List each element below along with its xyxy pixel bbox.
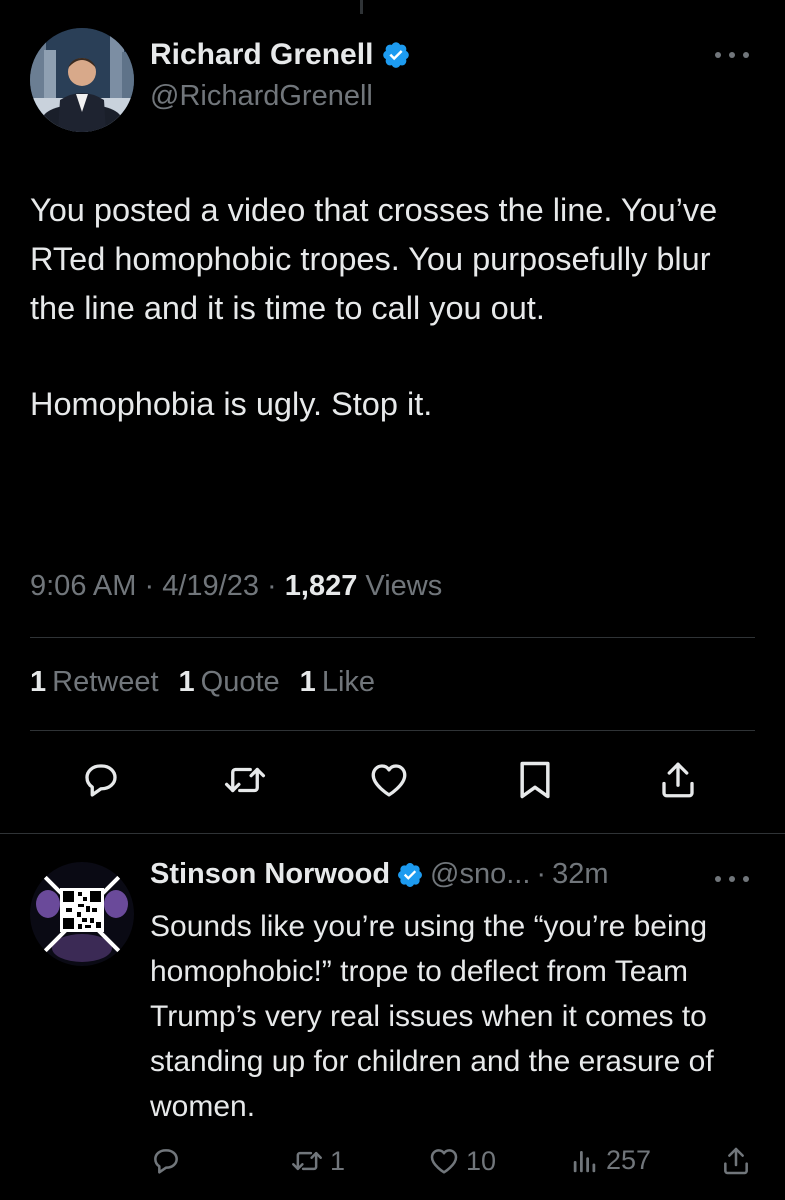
reply-reply-button[interactable] (150, 1145, 182, 1177)
author-name-row[interactable]: Richard Grenell (150, 38, 411, 72)
reply-text: Sounds like you’re using the “you’re bei… (150, 910, 714, 1123)
heart-icon[interactable] (366, 757, 412, 803)
likes-stat[interactable]: 1 Like (300, 666, 375, 699)
reply-header: Stinson Norwood @sno... · 32m (150, 858, 609, 891)
bookmark-icon[interactable] (512, 757, 558, 803)
reply-author-name[interactable]: Stinson Norwood (150, 858, 390, 891)
views-label: Views (365, 570, 443, 602)
reply-time[interactable]: 32m (552, 858, 608, 891)
more-icon[interactable] (712, 868, 752, 890)
tweet-time[interactable]: 9:06 AM (30, 570, 136, 602)
retweet-icon[interactable] (222, 757, 268, 803)
divider (30, 637, 755, 638)
reply-avatar[interactable] (30, 862, 134, 966)
share-icon[interactable] (655, 757, 701, 803)
separator: · (267, 570, 277, 602)
thread-line (360, 0, 363, 14)
reply-like-button[interactable]: 10 (428, 1145, 496, 1177)
engagement-stats: 1 Retweet 1 Quote 1 Like (30, 666, 375, 699)
tweet-paragraph: You posted a video that crosses the line… (30, 192, 718, 326)
reply-retweet-count: 1 (330, 1145, 346, 1176)
tweet-text: You posted a video that crosses the line… (30, 186, 760, 429)
reply-like-count: 10 (466, 1145, 497, 1176)
author-avatar[interactable] (30, 28, 134, 132)
reply-retweet-button[interactable]: 1 (290, 1145, 345, 1177)
heart-icon (428, 1145, 460, 1177)
separator: · (144, 570, 155, 602)
divider (0, 833, 785, 834)
separator: · (536, 858, 547, 890)
reply-icon (150, 1145, 182, 1177)
reply-icon[interactable] (78, 757, 124, 803)
tweet-date[interactable]: 4/19/23 (162, 570, 259, 602)
retweets-stat[interactable]: 1 Retweet (30, 666, 159, 699)
views-count: 1,827 (284, 570, 358, 602)
more-icon[interactable] (712, 44, 752, 66)
verified-badge-icon (396, 861, 424, 889)
share-icon (720, 1145, 752, 1177)
reply-share-button[interactable] (720, 1145, 752, 1177)
author-handle[interactable]: @RichardGrenell (150, 80, 373, 113)
author-name[interactable]: Richard Grenell (150, 38, 373, 72)
retweet-icon (290, 1145, 324, 1177)
quotes-stat[interactable]: 1 Quote (179, 666, 280, 699)
reply-view-count: 257 (606, 1145, 652, 1175)
tweet-paragraph: Homophobia is ugly. Stop it. (30, 386, 433, 423)
verified-badge-icon (381, 40, 411, 70)
divider (30, 730, 755, 731)
tweet-meta: 9:06 AM · 4/19/23 · 1,827 Views (30, 570, 442, 603)
views-icon (570, 1146, 600, 1176)
reply-views-button[interactable]: 257 (570, 1145, 651, 1176)
reply-handle[interactable]: @sno... (430, 858, 530, 891)
